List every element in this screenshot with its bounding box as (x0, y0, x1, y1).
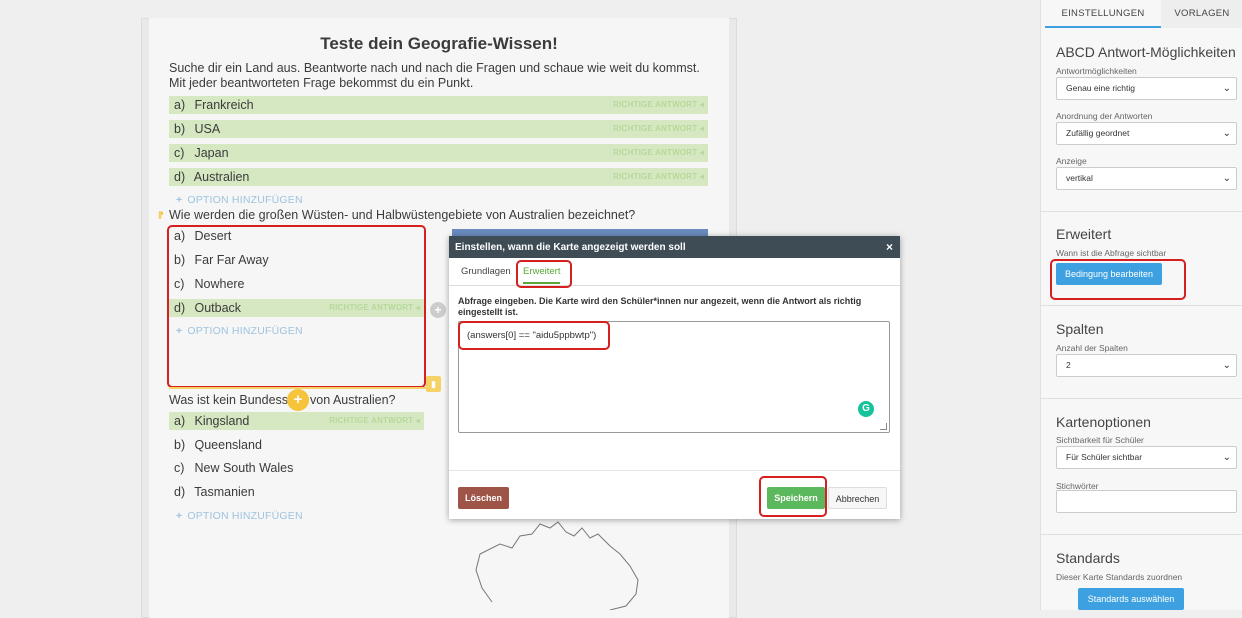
tab-grundlagen[interactable]: Grundlagen (461, 266, 511, 277)
q3-option-b[interactable]: b) Queensland (169, 436, 424, 454)
condition-dialog: Einstellen, wann die Karte angezeigt wer… (449, 236, 900, 519)
add-block-icon[interactable]: + (287, 389, 309, 411)
display-select[interactable]: vertikal ⌄ (1056, 167, 1237, 190)
option-letter: d) (174, 485, 186, 499)
order-label: Anordnung der Antworten (1056, 111, 1153, 121)
q1-option-d[interactable]: d) Australien RICHTIGE ANTWORT ◂ (169, 168, 708, 186)
q3-add-option-button[interactable]: + OPTION HINZUFÜGEN (176, 510, 303, 522)
correct-answer-toggle[interactable]: RICHTIGE ANTWORT ◂ (329, 412, 420, 430)
q1-option-a[interactable]: a) Frankreich RICHTIGE ANTWORT ◂ (169, 96, 708, 114)
dialog-instruction: Abfrage eingeben. Die Karte wird den Sch… (458, 296, 862, 317)
option-text[interactable]: Tasmanien (194, 485, 254, 499)
chevron-down-icon: ⌄ (1222, 83, 1231, 94)
q3-option-c[interactable]: c) New South Wales (169, 459, 424, 477)
q3-option-d[interactable]: d) Tasmanien (169, 483, 424, 501)
q3-option-a[interactable]: a) Kingsland RICHTIGE ANTWORT ◂ (169, 412, 424, 430)
close-icon[interactable]: × (886, 240, 893, 254)
option-letter: c) (174, 146, 185, 160)
columns-section-title: Spalten (1056, 321, 1104, 337)
option-text[interactable]: Japan (194, 146, 228, 160)
q3-question[interactable]: Was ist kein Bundess von Australien? (169, 393, 396, 407)
q1-option-b[interactable]: b) USA RICHTIGE ANTWORT ◂ (169, 120, 708, 138)
card-intro[interactable]: Suche dir ein Land aus. Beantworte nach … (169, 61, 709, 90)
option-letter: a) (174, 414, 186, 428)
order-select[interactable]: Zufällig geordnet ⌄ (1056, 122, 1237, 145)
add-column-icon[interactable]: + (430, 302, 446, 318)
option-text[interactable]: Frankreich (194, 98, 253, 112)
highlight-erweitert-tab (516, 260, 572, 288)
divider (1041, 305, 1242, 306)
highlight-save (759, 476, 827, 517)
divider (1041, 534, 1242, 535)
keywords-input[interactable] (1056, 490, 1237, 513)
display-label: Anzeige (1056, 156, 1087, 166)
dialog-title: Einstellen, wann die Karte angezeigt wer… (455, 242, 686, 253)
select-value: vertikal (1066, 173, 1093, 183)
highlight-query (458, 321, 610, 350)
dialog-footer-divider (449, 470, 900, 471)
answer-options-select[interactable]: Genau eine richtig ⌄ (1056, 77, 1237, 100)
delete-button[interactable]: Löschen (458, 487, 509, 509)
standards-assign-label: Dieser Karte Standards zuordnen (1056, 572, 1183, 582)
select-standards-button[interactable]: Standards auswählen (1078, 588, 1184, 610)
plus-icon: + (176, 510, 183, 522)
cancel-button[interactable]: Abbrechen (828, 487, 887, 509)
drag-handle-icon[interactable]: ⁋ (158, 210, 164, 221)
option-text[interactable]: Queensland (194, 438, 261, 452)
resize-handle-icon[interactable] (880, 423, 887, 430)
divider (1041, 211, 1242, 212)
trash-icon[interactable]: ▮ (426, 376, 441, 392)
settings-sidebar: EINSTELLUNGEN VORLAGEN ABCD Antwort-Mögl… (1040, 0, 1242, 610)
option-letter: a) (174, 98, 186, 112)
option-text[interactable]: New South Wales (194, 461, 293, 475)
option-text[interactable]: Australien (194, 170, 250, 184)
chevron-down-icon: ⌄ (1222, 360, 1231, 371)
option-letter: d) (174, 170, 186, 184)
select-value: Zufällig geordnet (1066, 128, 1130, 138)
grammarly-icon[interactable]: G (858, 401, 874, 417)
columns-count-label: Anzahl der Spalten (1056, 343, 1128, 353)
tab-vorlagen[interactable]: VORLAGEN (1161, 0, 1242, 28)
editor-stage: Teste dein Geografie-Wissen! Suche dir e… (0, 0, 1040, 618)
advanced-section-title: Erweitert (1056, 226, 1112, 242)
visibility-select[interactable]: Für Schüler sichtbar ⌄ (1056, 446, 1237, 469)
divider (1041, 398, 1242, 399)
abcd-section-title: ABCD Antwort-Möglichkeiten (1056, 44, 1236, 60)
visible-when-label: Wann ist die Abfrage sichtbar (1056, 248, 1167, 258)
correct-answer-toggle[interactable]: RICHTIGE ANTWORT ◂ (613, 144, 704, 162)
answer-options-label: Antwortmöglichkeiten (1056, 66, 1137, 76)
correct-answer-toggle[interactable]: RICHTIGE ANTWORT ◂ (613, 120, 704, 138)
highlight-q2-options (167, 225, 426, 388)
visibility-label: Sichtbarkeit für Schüler (1056, 435, 1144, 445)
standards-section-title: Standards (1056, 550, 1120, 566)
q1-option-c[interactable]: c) Japan RICHTIGE ANTWORT ◂ (169, 144, 708, 162)
tab-einstellungen[interactable]: EINSTELLUNGEN (1045, 0, 1161, 28)
option-text[interactable]: Kingsland (194, 414, 249, 428)
highlight-edit-condition (1050, 259, 1186, 300)
q3-question-start: Was ist kein Bundess (169, 393, 289, 407)
correct-answer-toggle[interactable]: RICHTIGE ANTWORT ◂ (613, 168, 704, 186)
select-value: 2 (1066, 360, 1071, 370)
card-options-section-title: Kartenoptionen (1056, 414, 1151, 430)
plus-icon: + (176, 194, 183, 206)
option-letter: b) (174, 438, 186, 452)
q2-question[interactable]: Wie werden die großen Wüsten- und Halbwü… (169, 208, 635, 222)
select-value: Genau eine richtig (1066, 83, 1135, 93)
australia-map-image (475, 521, 639, 610)
q1-add-option-button[interactable]: + OPTION HINZUFÜGEN (176, 194, 303, 206)
select-value: Für Schüler sichtbar (1066, 452, 1143, 462)
chevron-down-icon: ⌄ (1222, 452, 1231, 463)
columns-select[interactable]: 2 ⌄ (1056, 354, 1237, 377)
dialog-header: Einstellen, wann die Karte angezeigt wer… (449, 236, 900, 258)
chevron-down-icon: ⌄ (1222, 173, 1231, 184)
q3-question-end: von Australien? (310, 393, 396, 407)
correct-answer-toggle[interactable]: RICHTIGE ANTWORT ◂ (613, 96, 704, 114)
option-text[interactable]: USA (194, 122, 220, 136)
chevron-down-icon: ⌄ (1222, 128, 1231, 139)
option-letter: b) (174, 122, 186, 136)
card-title[interactable]: Teste dein Geografie-Wissen! (149, 34, 729, 54)
option-letter: c) (174, 461, 185, 475)
